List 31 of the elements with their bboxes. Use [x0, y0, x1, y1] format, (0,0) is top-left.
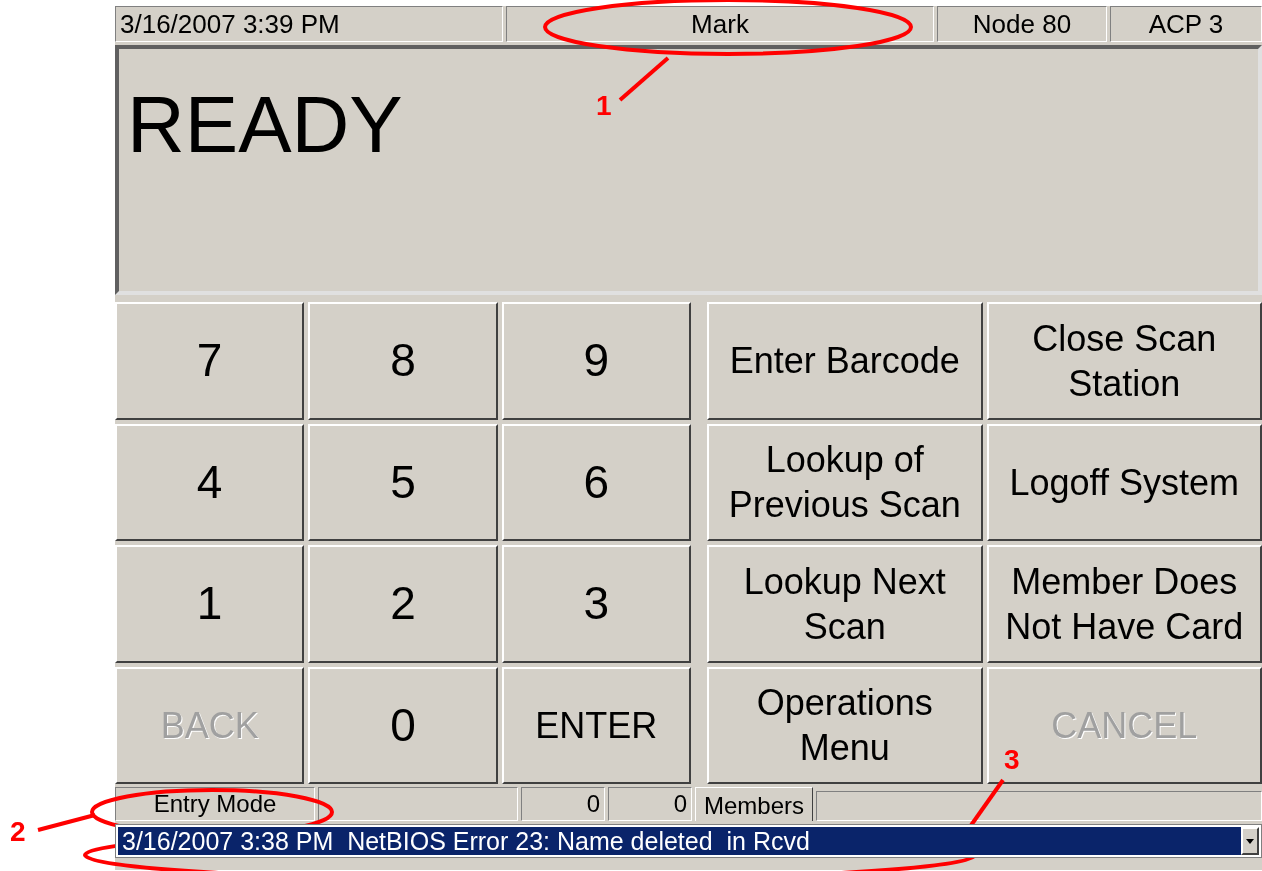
key-button[interactable]: 1: [115, 545, 305, 663]
annotation-number: 3: [1004, 746, 1020, 774]
key-button[interactable]: Member Does Not Have Card: [986, 545, 1262, 663]
annotation-number: 2: [10, 818, 26, 846]
key-button[interactable]: Lookup of Previous Scan: [707, 423, 983, 541]
count-field: 0: [521, 787, 605, 821]
key-button[interactable]: ENTER: [501, 666, 691, 784]
key-button[interactable]: Lookup Next Scan: [707, 545, 983, 663]
key-button[interactable]: 9: [501, 302, 691, 420]
members-tab[interactable]: Members: [695, 787, 814, 821]
key-button[interactable]: 4: [115, 423, 305, 541]
key-button[interactable]: Logoff System: [986, 423, 1262, 541]
key-button[interactable]: 0: [308, 666, 498, 784]
key-button[interactable]: 5: [308, 423, 498, 541]
key-button[interactable]: Close Scan Station: [986, 302, 1262, 420]
leader-line: [37, 813, 96, 832]
leader-line: [618, 56, 670, 102]
count-field: 0: [608, 787, 692, 821]
key-button[interactable]: 8: [308, 302, 498, 420]
key-button[interactable]: 3: [501, 545, 691, 663]
header-field: Node 80: [937, 6, 1107, 42]
key-button[interactable]: 6: [501, 423, 691, 541]
key-button[interactable]: 7: [115, 302, 305, 420]
key-button[interactable]: Enter Barcode: [707, 302, 983, 420]
key-button[interactable]: Operations Menu: [707, 666, 983, 784]
status-message: READY: [127, 80, 403, 169]
header-field: Mark: [506, 6, 934, 42]
header-field: 3/16/2007 3:39 PM: [115, 6, 503, 42]
key-button[interactable]: 2: [308, 545, 498, 663]
header-field: ACP 3: [1110, 6, 1262, 42]
annotation-number: 1: [596, 92, 612, 120]
